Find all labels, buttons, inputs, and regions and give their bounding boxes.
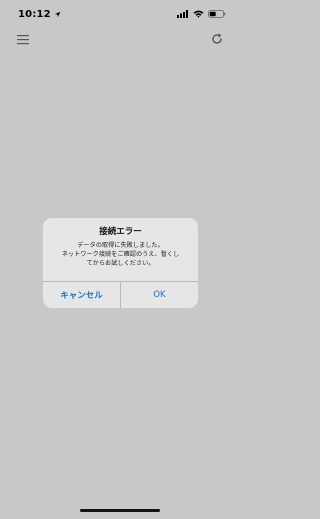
wifi-icon [193, 10, 204, 18]
battery-icon [208, 10, 226, 18]
dialog-message: データの取得に失敗しました。 ネットワーク接続をご確認のうえ、暫くし てからお試… [61, 242, 180, 267]
toolbar [0, 28, 240, 52]
error-dialog: 接続エラー データの取得に失敗しました。 ネットワーク接続をご確認のうえ、暫くし… [43, 218, 198, 308]
status-right [177, 10, 226, 18]
cancel-button[interactable]: キャンセル [43, 282, 121, 308]
status-time: 10:12 [18, 8, 51, 20]
dialog-buttons: キャンセル OK [43, 281, 198, 308]
ok-button[interactable]: OK [121, 282, 198, 308]
hamburger-menu-icon[interactable] [17, 34, 29, 45]
dialog-body: 接続エラー データの取得に失敗しました。 ネットワーク接続をご確認のうえ、暫くし… [43, 218, 198, 280]
dialog-title: 接続エラー [99, 227, 142, 237]
status-bar: 10:12 [0, 0, 240, 28]
location-arrow-icon [54, 11, 61, 17]
refresh-icon[interactable] [211, 33, 223, 45]
status-left: 10:12 [18, 9, 61, 20]
home-indicator [80, 509, 160, 512]
signal-icon [177, 10, 188, 18]
